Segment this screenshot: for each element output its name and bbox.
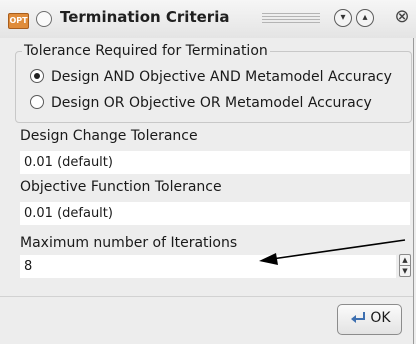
annotation-arrow bbox=[259, 239, 406, 265]
termination-criteria-dialog: OPT Termination Criteria ▾ ▴ ⊗ Tolerance… bbox=[0, 0, 416, 344]
